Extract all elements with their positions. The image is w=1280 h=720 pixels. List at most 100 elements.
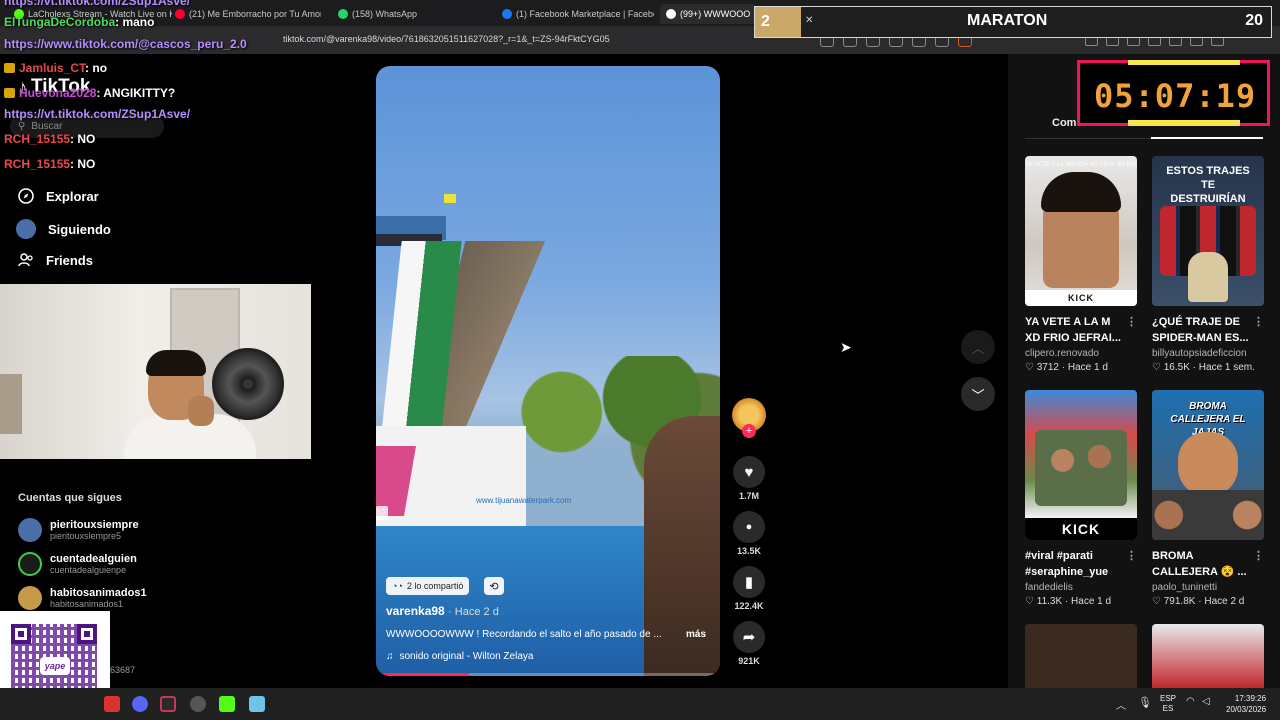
tray-chevron-icon[interactable]: ︿ — [1116, 697, 1126, 712]
close-icon: ✕ — [805, 15, 814, 26]
more-options-icon[interactable]: ⋮ — [1253, 314, 1264, 330]
video-sound[interactable]: ♫ sonido original - Wilton Zelaya — [386, 651, 533, 662]
thumbnail-skeleton — [1188, 252, 1228, 302]
language-indicator[interactable]: ESP ES — [1160, 694, 1176, 714]
sidebar-item-label: Explorar — [46, 188, 99, 204]
chrome-icon[interactable] — [190, 696, 206, 712]
video-thumbnail[interactable]: KICK — [1025, 390, 1137, 540]
follow-plus-icon[interactable]: + — [742, 424, 756, 438]
bookmark-icon[interactable]: ▮ — [733, 566, 765, 598]
timer-accent-top — [1128, 60, 1240, 65]
video-player[interactable]: www.tijuanawaterpark.com ◔◔ 2 lo comparti… — [376, 66, 720, 676]
video-thumbnail[interactable]: BROMA CALLEJERA EL JAJAS — [1152, 390, 1264, 540]
action-rail: + ♥ 1.7M ● 13.5K ▮ 122.4K ➦ 921K — [731, 398, 767, 676]
related-video-card[interactable]: BROMA CALLEJERA EL JAJAS BROMA CALLEJERA… — [1152, 390, 1264, 607]
avatar — [18, 552, 42, 576]
repost-icon[interactable]: ⟲ — [484, 577, 504, 595]
search-placeholder: Buscar — [31, 120, 63, 132]
chat-text: : ANGIKITTY? — [96, 86, 176, 100]
card-author[interactable]: fandedielis — [1025, 582, 1137, 593]
volume-tray-icon[interactable]: ◁ — [1202, 696, 1210, 707]
related-video-card-partial[interactable] — [1152, 624, 1264, 688]
compass-icon — [18, 188, 34, 204]
like-icon: ♡ — [1025, 362, 1034, 373]
tab-youtube[interactable]: (21) Me Emborracho por Tu Amor - Y — [175, 4, 321, 24]
related-video-card-partial[interactable] — [1025, 624, 1137, 688]
card-author[interactable]: billyautopsiadeficcion — [1152, 348, 1264, 359]
author-avatar[interactable]: + — [732, 398, 766, 438]
card-ago: Hace 1 d — [1071, 596, 1112, 607]
url-text[interactable]: tiktok.com/@varenka98/video/761863205151… — [283, 34, 610, 44]
chat-text: : NO — [70, 157, 96, 171]
tiktok-favicon-icon — [666, 9, 676, 19]
sidebar-item-label: Friends — [46, 252, 93, 268]
related-video-card[interactable]: YA VETE A LA MIERDA XD FRIO JEFRAI KICK … — [1025, 156, 1137, 373]
more-options-icon[interactable]: ⋮ — [1126, 314, 1137, 330]
related-video-card[interactable]: KICK #viral #parati #seraphine_yue ⋮ fand… — [1025, 390, 1137, 607]
discord-icon[interactable] — [132, 696, 148, 712]
more-options-icon[interactable]: ⋮ — [1253, 548, 1264, 564]
chat-username: RCH_15155 — [4, 132, 71, 146]
sidebar-item-friends[interactable]: Friends — [18, 252, 93, 268]
comment-icon[interactable]: ● — [733, 511, 765, 543]
app-icon[interactable] — [104, 696, 120, 712]
description-text: WWWOOOOWWW ! Recordando el salto el año … — [386, 629, 662, 640]
obs-icon[interactable] — [160, 696, 176, 712]
followed-account-item[interactable]: cuentadealguien cuentadealguienpe — [18, 552, 137, 576]
more-options-icon[interactable]: ⋮ — [1126, 548, 1137, 564]
followed-account-item[interactable]: habitosanimados1 habitosanimados1 — [18, 586, 147, 610]
thumbnail-face — [1178, 432, 1238, 496]
tab-label: (1) Facebook Marketplace | Facebook — [516, 9, 654, 19]
video-author[interactable]: varenka98 · Hace 2 d — [386, 604, 499, 618]
kick-app-icon[interactable] — [219, 696, 235, 712]
chat-message: Huevona2028: ANGIKITTY? — [4, 86, 175, 100]
tab-tiktok[interactable]: (99+) WWWOOO — [660, 4, 756, 24]
sound-name: sonido original - Wilton Zelaya — [399, 651, 534, 662]
marathon-banner: 2 ✕ MARATON 20 — [754, 6, 1272, 38]
tab-whatsapp[interactable]: (158) WhatsApp — [338, 4, 488, 24]
account-handle: pieritouxsiempre5 — [50, 531, 122, 541]
streamer-hand — [188, 396, 214, 426]
more-button[interactable]: más — [686, 629, 706, 640]
chat-username: RCH_15155 — [4, 157, 71, 171]
chat-message: Jamluis_CT: no — [4, 61, 107, 75]
microphone-icon[interactable]: 🎙 — [1138, 696, 1152, 709]
following-icon — [16, 219, 36, 239]
related-video-card[interactable]: ESTOS TRAJES TE DESTRUIRÍAN ¿QUÉ TRAJE D… — [1152, 156, 1264, 373]
chat-username: ElTungaDeCordoba — [4, 15, 116, 29]
video-progress-fill — [376, 673, 469, 676]
webcam-cabinet — [0, 374, 22, 434]
notepad-icon[interactable] — [249, 696, 265, 712]
like-icon: ♡ — [1025, 596, 1034, 607]
sidebar-item-siguiendo[interactable]: Siguiendo — [16, 219, 111, 239]
account-name: cuentadealguien — [50, 553, 137, 565]
card-author[interactable]: paolo_tuninetti — [1152, 582, 1264, 593]
timer-accent-bottom — [1128, 120, 1240, 126]
clock[interactable]: 17:39:26 20/03/2026 — [1226, 693, 1266, 715]
heart-icon[interactable]: ♥ — [733, 456, 765, 488]
volume-icon[interactable] — [376, 506, 388, 520]
followed-account-item[interactable]: pieritouxsiempre pieritouxsiempre5 — [18, 518, 139, 542]
facebook-favicon-icon — [502, 9, 512, 19]
card-ago: Hace 2 d — [1204, 596, 1245, 607]
video-thumbnail[interactable]: ESTOS TRAJES TE DESTRUIRÍAN — [1152, 156, 1264, 306]
wifi-icon[interactable]: ◠ — [1186, 696, 1195, 707]
tab-facebook[interactable]: (1) Facebook Marketplace | Facebook — [502, 4, 654, 24]
kick-watermark: KICK — [1025, 518, 1137, 540]
sidebar-item-explorar[interactable]: Explorar — [18, 188, 99, 204]
card-ago: Hace 1 sem. — [1198, 362, 1255, 373]
share-icon[interactable]: ➦ — [733, 621, 765, 653]
chat-message: RCH_15155: NO — [4, 132, 95, 146]
video-thumbnail[interactable]: YA VETE A LA MIERDA XD FRIO JEFRAI KICK — [1025, 156, 1137, 306]
mouse-cursor-icon: ➤ — [840, 339, 852, 355]
card-author[interactable]: clipero.renovado — [1025, 348, 1137, 359]
next-video-button[interactable]: ﹀ — [961, 377, 995, 411]
marathon-label: MARATON — [967, 12, 1048, 29]
account-name: pieritouxsiempre — [50, 519, 139, 531]
shared-text: 2 lo compartió — [406, 581, 464, 591]
previous-video-button[interactable]: ︿ — [961, 330, 995, 364]
shared-by-badge[interactable]: ◔◔ 2 lo compartió — [386, 577, 470, 595]
card-likes: 11.3K — [1036, 596, 1063, 607]
whatsapp-favicon-icon — [338, 9, 348, 19]
video-progress-bar[interactable] — [376, 673, 720, 676]
